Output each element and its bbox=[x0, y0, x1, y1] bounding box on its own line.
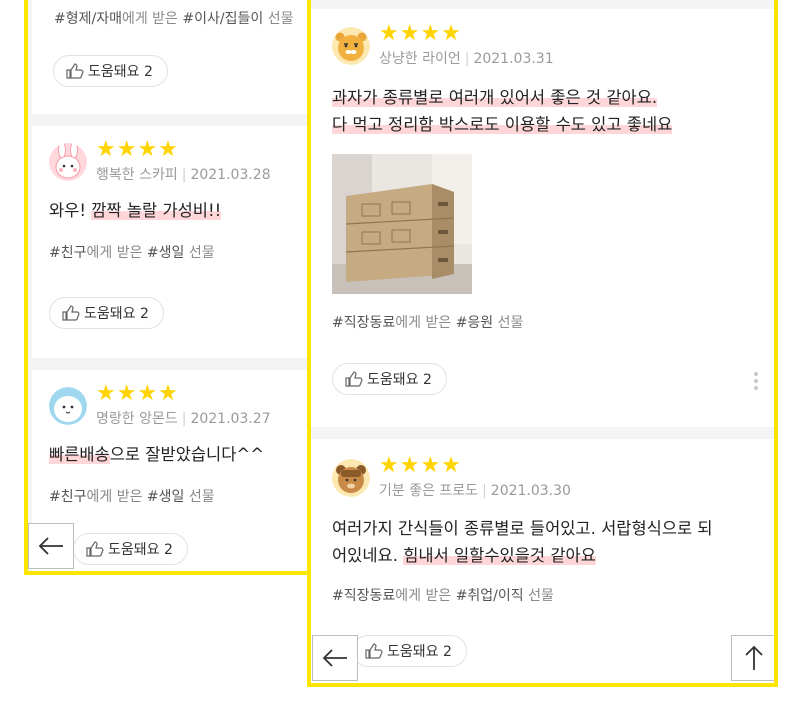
review-text: 빠른배송으로 잘받았습니다^^ bbox=[49, 445, 265, 464]
rating-stars: ★★★★ bbox=[96, 137, 179, 162]
gift-tags: #직장동료에게 받은 #응원 선물 bbox=[332, 315, 524, 331]
review-card: #형제/자매에게 받은 #이사/집들이 선물 도움돼요 2 bbox=[32, 0, 309, 114]
thumbs-up-icon bbox=[86, 541, 104, 557]
more-options-button[interactable] bbox=[754, 369, 760, 393]
right-review-panel: ★★★★ 상냥한 라이언 | 2021.03.31 과자가 종류별로 여러개 있어서… bbox=[307, 0, 778, 687]
back-button[interactable] bbox=[28, 523, 74, 569]
helpful-button[interactable]: 도움돼요 2 bbox=[332, 363, 447, 395]
thumbs-up-icon bbox=[66, 63, 84, 79]
avatar-angmond bbox=[49, 387, 87, 425]
nickname: 행복한 스카피 bbox=[96, 167, 178, 183]
review-meta: 상냥한 라이언 | 2021.03.31 bbox=[379, 51, 554, 67]
thumbs-up-icon bbox=[345, 371, 363, 387]
back-button[interactable] bbox=[312, 635, 358, 681]
gift-tags: #친구에게 받은 #생일 선물 bbox=[49, 245, 215, 261]
review-date: 2021.03.27 bbox=[190, 411, 271, 427]
review-meta: 기분 좋은 프로도 | 2021.03.30 bbox=[379, 483, 571, 499]
review-photo[interactable] bbox=[332, 154, 472, 294]
nickname: 상냥한 라이언 bbox=[379, 51, 461, 67]
review-text: 와우! 깜짝 놀랄 가성비!! bbox=[49, 201, 222, 220]
gift-tags: #직장동료에게 받은 #취업/이직 선물 bbox=[332, 588, 554, 604]
avatar-frodo bbox=[332, 459, 370, 497]
avatar-ryan bbox=[332, 27, 370, 65]
review-card: ★★★★ 행복한 스카피 | 2021.03.28 와우! 깜짝 놀랄 가성비!! … bbox=[32, 126, 309, 358]
nickname: 명랑한 앙몬드 bbox=[96, 411, 178, 427]
more-vertical-icon bbox=[754, 372, 758, 376]
thumbs-up-icon bbox=[365, 643, 383, 659]
review-meta: 행복한 스카피 | 2021.03.28 bbox=[96, 167, 271, 183]
avatar-scappy bbox=[49, 143, 87, 181]
rating-stars: ★★★★ bbox=[379, 21, 462, 46]
rating-stars: ★★★★ bbox=[96, 381, 179, 406]
helpful-button[interactable]: 도움돼요 2 bbox=[53, 55, 168, 87]
helpful-button[interactable]: 도움돼요 2 bbox=[352, 635, 467, 667]
thumbs-up-icon bbox=[62, 305, 80, 321]
scroll-top-button[interactable] bbox=[731, 635, 774, 681]
gift-tags: #형제/자매에게 받은 #이사/집들이 선물 bbox=[54, 11, 294, 27]
gift-tags: #친구에게 받은 #생일 선물 bbox=[49, 489, 215, 505]
arrow-left-icon bbox=[38, 537, 63, 555]
helpful-button[interactable]: 도움돼요 2 bbox=[49, 297, 164, 329]
nickname: 기분 좋은 프로도 bbox=[379, 483, 479, 499]
review-text: 과자가 종류별로 여러개 있어서 좋은 것 같아요. 다 먹고 정리함 박스로도… bbox=[332, 88, 673, 134]
left-review-panel: #형제/자매에게 받은 #이사/집들이 선물 도움돼요 2 ★★★★ 행복한 스… bbox=[24, 0, 313, 575]
review-date: 2021.03.30 bbox=[490, 483, 571, 499]
review-date: 2021.03.28 bbox=[190, 167, 271, 183]
helpful-button[interactable]: 도움돼요 2 bbox=[73, 533, 188, 565]
review-card: ★★★★ 기분 좋은 프로도 | 2021.03.30 여러가지 간식들이 종류별로… bbox=[311, 439, 774, 683]
rating-stars: ★★★★ bbox=[379, 453, 462, 478]
arrow-up-icon bbox=[745, 645, 763, 670]
review-meta: 명랑한 앙몬드 | 2021.03.27 bbox=[96, 411, 271, 427]
review-date: 2021.03.31 bbox=[473, 51, 554, 67]
arrow-left-icon bbox=[322, 649, 347, 667]
review-text: 여러가지 간식들이 종류별로 들어있고. 서랍형식으로 되 어있네요. 힘내서 … bbox=[332, 519, 713, 565]
review-card: ★★★★ 상냥한 라이언 | 2021.03.31 과자가 종류별로 여러개 있어서… bbox=[311, 9, 774, 427]
